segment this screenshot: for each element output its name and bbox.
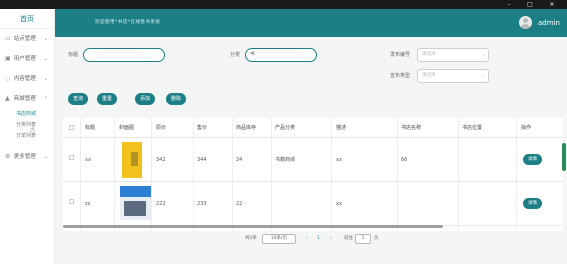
delete-button[interactable]: 删除 xyxy=(166,93,187,105)
title-filter-input[interactable] xyxy=(83,48,165,62)
column-header[interactable]: 售价 xyxy=(197,118,207,138)
chevron-down-icon: ⌄ xyxy=(43,36,48,42)
cell-description: xx xyxy=(336,157,342,163)
cell-stock: 24 xyxy=(236,157,243,163)
pagination-total: 共2条 xyxy=(245,236,257,241)
column-header[interactable]: 产品分类 xyxy=(275,118,295,138)
column-header[interactable]: 书店位置 xyxy=(462,118,482,138)
username[interactable]: admin xyxy=(538,9,560,37)
product-image-device xyxy=(124,201,146,216)
cell-stock: 22 xyxy=(236,201,243,207)
select-all-checkbox[interactable] xyxy=(69,125,74,130)
next-page-button[interactable]: > xyxy=(329,234,333,244)
sidebar-item-site[interactable]: ▭ 站点管理 ⌄ xyxy=(0,29,54,49)
category-filter-input[interactable]: 书 xyxy=(245,48,317,62)
category-filter-label: 分类 xyxy=(230,52,241,58)
chevron-down-icon: ⌄ xyxy=(481,73,485,78)
minimize-icon[interactable]: – xyxy=(500,0,518,9)
cell-store-name: 66 xyxy=(401,157,408,163)
column-header[interactable]: 标题 xyxy=(85,118,95,138)
row-checkbox[interactable] xyxy=(69,199,74,204)
chevron-down-icon: ⌄ xyxy=(481,52,485,57)
chevron-down-icon: ⌄ xyxy=(43,154,48,160)
mouse-cursor-icon: ☝ xyxy=(30,125,35,134)
cell-price: 233 xyxy=(197,201,207,207)
table-row: xx 342 344 24 书籍商城 xx 66 详情 xyxy=(63,138,563,182)
page-vertical-scrollbar[interactable] xyxy=(562,143,566,171)
goto-page-input[interactable]: 1 xyxy=(355,234,371,244)
chat-icon: ◌ xyxy=(5,75,11,82)
site-title: 欢迎使用*书店*在线售书系统 xyxy=(95,20,161,25)
query-button[interactable]: 查询 xyxy=(68,93,89,105)
sidebar-subitem-categories[interactable]: 分类列表 xyxy=(0,120,54,131)
type-select[interactable]: 请选择 ⌄ xyxy=(417,69,489,83)
sidebar-item-label: 商城管理 xyxy=(13,96,36,102)
product-no-select[interactable]: 请选择 ⌄ xyxy=(417,48,489,62)
maximize-icon[interactable]: □ xyxy=(521,0,539,9)
sidebar-item-shop[interactable]: ▲ 商城管理 ⌃ xyxy=(0,89,54,109)
sidebar-item-more[interactable]: ⚙ 更多管理 ⌄ xyxy=(0,147,54,167)
detail-button[interactable]: 详情 xyxy=(523,198,542,209)
page-size-select[interactable]: 10条/页 xyxy=(262,234,296,244)
cell-description: xx xyxy=(336,201,342,207)
monitor-icon: ▭ xyxy=(5,35,11,42)
prev-page-button[interactable]: < xyxy=(305,234,309,244)
sidebar-item-label: 用户管理 xyxy=(13,56,36,62)
chevron-down-icon: ⌄ xyxy=(43,56,48,62)
book-cover-image xyxy=(122,142,142,178)
column-header[interactable]: 原价 xyxy=(156,118,166,138)
column-header[interactable]: 书店名称 xyxy=(401,118,421,138)
sidebar-home[interactable]: 首页 xyxy=(0,9,54,29)
add-button[interactable]: 添加 xyxy=(135,93,156,105)
cell-price: 344 xyxy=(197,157,207,163)
cell-title: zz xyxy=(85,201,91,207)
sidebar-item-label: 更多管理 xyxy=(13,154,36,160)
column-header: 操作 xyxy=(521,125,532,131)
sidebar: 首页 ▭ 站点管理 ⌄ ▣ 用户管理 ⌄ ◌ 内容管理 ⌄ ▲ 商城管理 ⌃ 书… xyxy=(0,9,55,264)
cell-category: 书籍商城 xyxy=(275,157,296,163)
sidebar-item-label: 站点管理 xyxy=(13,36,36,42)
goto-label: 前往 xyxy=(344,236,353,241)
sidebar-item-users[interactable]: ▣ 用户管理 ⌄ xyxy=(0,49,54,69)
chevron-up-icon: ⌃ xyxy=(43,96,48,102)
column-header[interactable]: 商品库存 xyxy=(236,118,256,138)
close-icon[interactable]: ✕ xyxy=(543,0,561,9)
top-header: 欢迎使用*书店*在线售书系统 admin xyxy=(55,9,567,37)
goto-suffix: 页 xyxy=(374,236,379,241)
main-content: 标题 分类 书 发布编号 请选择 ⌄ 宣布类型 请选择 ⌄ 查询 重置 添加 删… xyxy=(55,37,567,264)
product-image-banner xyxy=(120,186,151,197)
shop-icon: ▲ xyxy=(5,95,10,102)
column-header[interactable]: 描述 xyxy=(336,118,346,138)
product-no-select-placeholder: 请选择 xyxy=(422,52,436,57)
sidebar-item-label: 内容管理 xyxy=(13,76,36,82)
cell-title: xx xyxy=(85,157,91,163)
product-no-filter-label: 发布编号 xyxy=(390,52,411,58)
row-checkbox[interactable] xyxy=(69,155,74,160)
gear-icon: ⚙ xyxy=(5,153,11,160)
current-page[interactable]: 1 xyxy=(317,234,320,244)
title-filter-label: 标题 xyxy=(68,52,79,58)
cell-original-price: 222 xyxy=(156,201,166,207)
table-row: zz 222 233 22 xx 详情 xyxy=(63,182,563,226)
type-filter-label: 宣布类型 xyxy=(390,73,411,79)
window-titlebar: – □ ✕ xyxy=(0,0,567,9)
sidebar-item-content[interactable]: ◌ 内容管理 ⌄ xyxy=(0,69,54,89)
chevron-down-icon: ⌄ xyxy=(43,76,48,82)
type-select-placeholder: 请选择 xyxy=(422,73,436,78)
avatar[interactable] xyxy=(519,16,532,29)
product-table: 标题 封面图 原价 售价 商品库存 产品分类 描述 书店名称 书店位置 操作 x… xyxy=(63,118,563,231)
sidebar-subitem-bookstore[interactable]: 书店商城 xyxy=(0,109,54,120)
sidebar-subitem-orders[interactable]: 订单列表 xyxy=(0,131,54,142)
reset-button[interactable]: 重置 xyxy=(97,93,118,105)
detail-button[interactable]: 详情 xyxy=(523,154,542,165)
user-icon: ▣ xyxy=(5,55,11,62)
table-header: 标题 封面图 原价 售价 商品库存 产品分类 描述 书店名称 书店位置 操作 xyxy=(63,118,563,138)
table-horizontal-scrollbar[interactable] xyxy=(63,225,443,228)
product-image xyxy=(120,186,151,220)
cell-original-price: 342 xyxy=(156,157,166,163)
column-header: 封面图 xyxy=(119,125,135,131)
